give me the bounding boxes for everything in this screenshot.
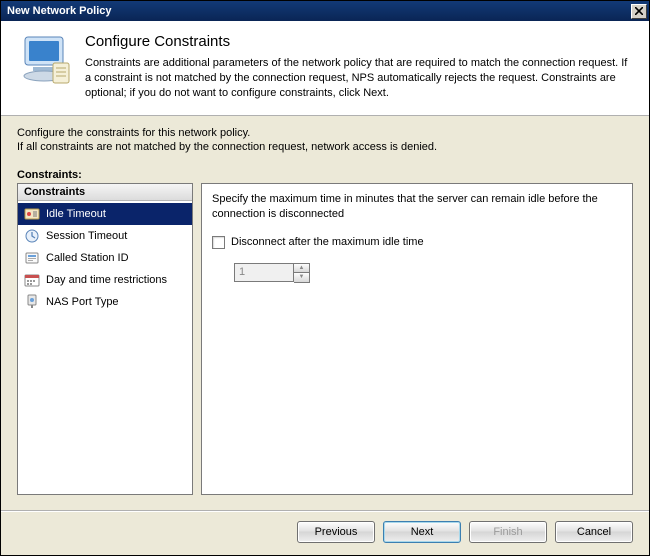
title-bar: New Network Policy <box>1 1 649 21</box>
constraint-item-idle-timeout[interactable]: Idle Timeout <box>18 203 192 225</box>
constraint-item-icon <box>24 206 40 222</box>
wizard-buttons: Previous Next Finish Cancel <box>297 521 633 543</box>
wizard-header: Configure Constraints Constraints are ad… <box>1 21 649 116</box>
window-title: New Network Policy <box>7 5 112 17</box>
constraint-item-day-and-time-restrictions[interactable]: Day and time restrictions <box>18 269 192 291</box>
constraint-item-label: Called Station ID <box>46 252 129 265</box>
finish-button: Finish <box>469 521 547 543</box>
intro-line-1: Configure the constraints for this netwo… <box>17 126 633 141</box>
constraint-item-label: Session Timeout <box>46 230 127 243</box>
next-button[interactable]: Next <box>383 521 461 543</box>
page-heading: Configure Constraints <box>85 33 631 50</box>
constraint-item-icon <box>24 294 40 310</box>
idle-minutes-input <box>234 263 294 282</box>
constraint-item-icon <box>24 228 40 244</box>
detail-description: Specify the maximum time in minutes that… <box>212 192 622 222</box>
intro-line-2: If all constraints are not matched by th… <box>17 140 633 155</box>
constraint-detail-panel: Specify the maximum time in minutes that… <box>201 183 633 495</box>
constraint-item-label: NAS Port Type <box>46 296 119 309</box>
idle-minutes-spinner: ▲ ▼ <box>234 263 622 283</box>
disconnect-checkbox-label: Disconnect after the maximum idle time <box>231 236 424 248</box>
cancel-button[interactable]: Cancel <box>555 521 633 543</box>
constraint-item-nas-port-type[interactable]: NAS Port Type <box>18 291 192 313</box>
constraint-item-icon <box>24 272 40 288</box>
constraint-item-label: Day and time restrictions <box>46 274 167 287</box>
disconnect-checkbox[interactable] <box>212 236 225 249</box>
intro-text: Configure the constraints for this netwo… <box>17 126 633 156</box>
page-description: Constraints are additional parameters of… <box>85 56 631 101</box>
separator <box>1 510 649 511</box>
spinner-down-button: ▼ <box>294 273 309 282</box>
close-button[interactable] <box>631 4 647 19</box>
constraint-item-icon <box>24 250 40 266</box>
constraint-item-session-timeout[interactable]: Session Timeout <box>18 225 192 247</box>
constraints-label: Constraints: <box>17 169 633 181</box>
constraints-list-header: Constraints <box>18 184 192 201</box>
policy-icon <box>19 33 73 89</box>
constraints-list-panel: Constraints Idle Timeout Session Timeout C… <box>17 183 193 495</box>
constraint-item-label: Idle Timeout <box>46 208 106 221</box>
previous-button[interactable]: Previous <box>297 521 375 543</box>
constraint-item-called-station-id[interactable]: Called Station ID <box>18 247 192 269</box>
spinner-up-button: ▲ <box>294 264 309 273</box>
